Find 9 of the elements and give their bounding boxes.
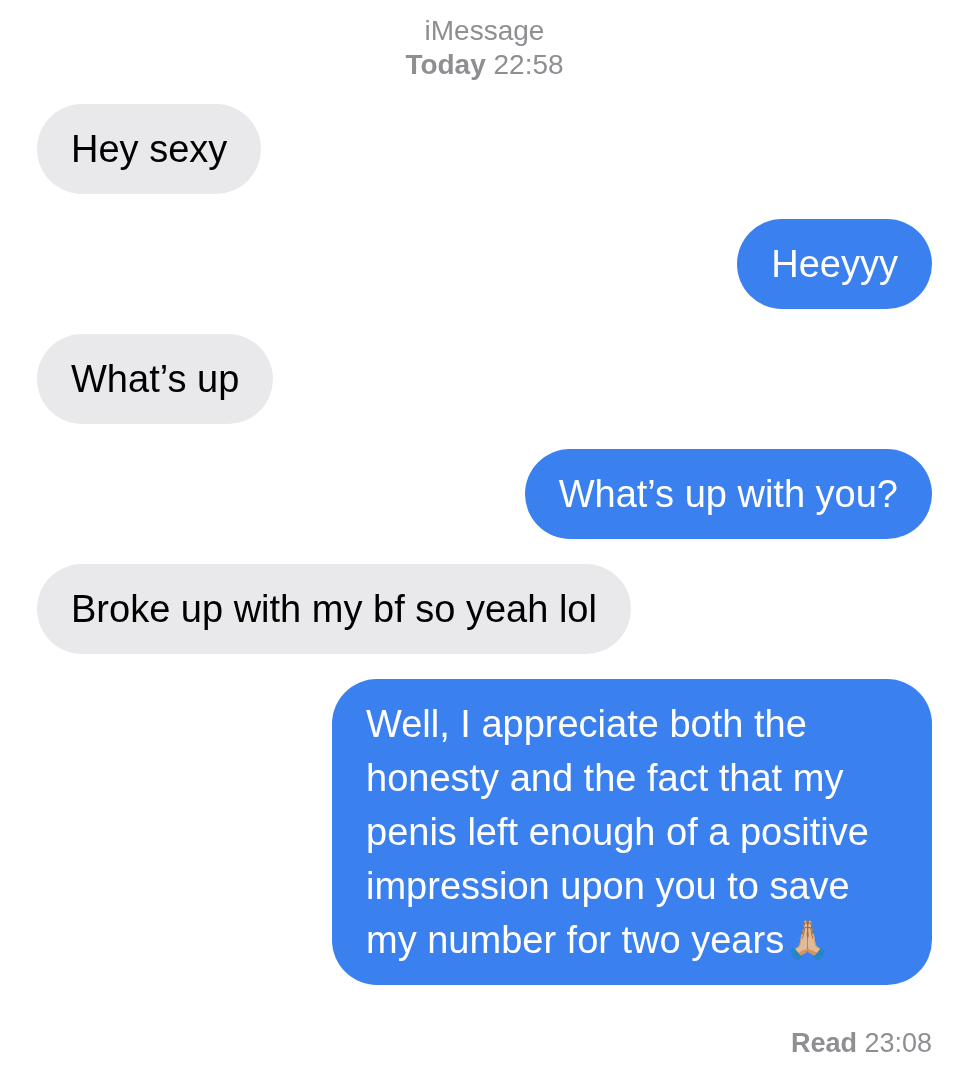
service-label: iMessage bbox=[424, 14, 545, 48]
received-message: Broke up with my bf so yeah lol bbox=[37, 564, 631, 654]
received-message: Hey sexy bbox=[37, 104, 262, 194]
read-receipt: Read 23:08 bbox=[790, 1028, 932, 1059]
received-message: What’s up bbox=[37, 334, 274, 424]
sent-message: Heeyyy bbox=[737, 219, 932, 309]
sent-message: What’s up with you? bbox=[524, 449, 932, 539]
sent-message: Well, I appreciate both the honesty and the fact that my penis left enough of a positive impression upon you to save my number for two years🙏🏼 bbox=[332, 679, 932, 985]
timestamp: Today 22:58 bbox=[405, 48, 564, 82]
